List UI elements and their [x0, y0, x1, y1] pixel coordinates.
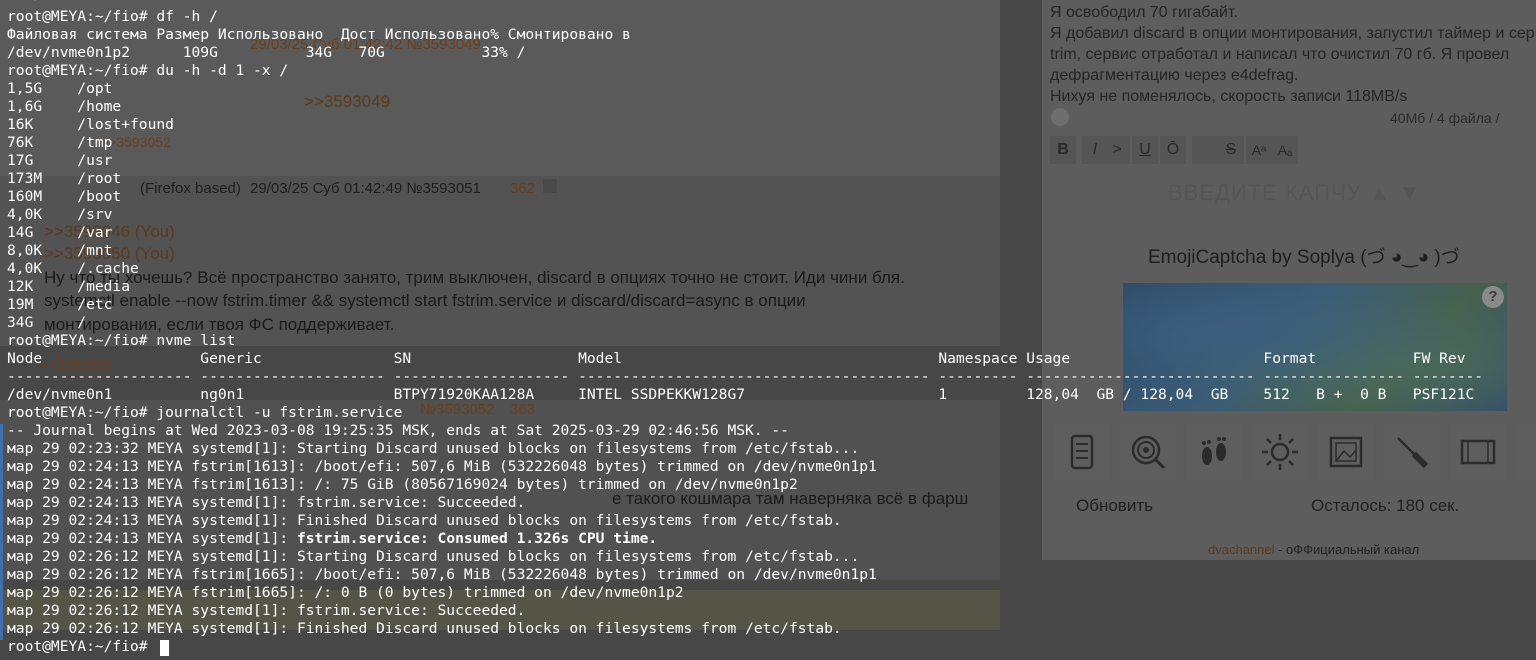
terminal-line: 4,0K /srv — [7, 206, 113, 223]
terminal-line: 76K /tmp — [7, 134, 113, 151]
journal-marker-bar — [0, 424, 3, 640]
terminal-line: мар 29 02:24:13 MEYA fstrim[1613]: /boot… — [7, 458, 877, 475]
terminal-line: root@MEYA:~/fio# journalctl -u fstrim.se… — [7, 404, 403, 421]
terminal-line: 8,0K /mnt — [7, 242, 113, 259]
terminal-output[interactable]: / root@MEYA:~/fio# df -h / Файловая сист… — [0, 0, 1536, 660]
bold-line-prefix: мар 29 02:24:13 MEYA systemd[1]: — [7, 530, 297, 547]
bold-line-highlight: fstrim.service: Consumed 1.326s CPU time… — [296, 530, 658, 547]
terminal-line: 19M /etc — [7, 296, 113, 313]
terminal-line: 173M /root — [7, 170, 122, 187]
terminal-line: мар 29 02:24:13 MEYA systemd[1]: fstrim.… — [7, 494, 526, 511]
desktop-screen: 29/03/25 Суб 01:42:42 №3593049 >>3593049… — [0, 0, 1536, 660]
terminal-line: --------------------- ------------------… — [7, 368, 1484, 385]
terminal-line: 14G /var — [7, 224, 113, 241]
terminal-line: root@MEYA:~/fio# du -h -d 1 -x / — [7, 62, 289, 79]
terminal-line: 4,0K /.cache — [7, 260, 139, 277]
terminal-line: 17G /usr — [7, 152, 113, 169]
terminal-line: мар 29 02:26:12 MEYA systemd[1]: Startin… — [7, 548, 860, 565]
terminal-line: мар 29 02:23:32 MEYA systemd[1]: Startin… — [7, 440, 860, 457]
terminal-line: /dev/nvme0n1 ng0n1 BTPY71920KAA128A INTE… — [7, 386, 1475, 403]
terminal-line: мар 29 02:26:12 MEYA systemd[1]: fstrim.… — [7, 602, 526, 619]
terminal-line: 1,5G /opt — [7, 80, 113, 97]
terminal-line: 160M /boot — [7, 188, 122, 205]
terminal-line: 1,6G /home — [7, 98, 122, 115]
terminal-line: -- Journal begins at Wed 2023-03-08 19:2… — [7, 422, 789, 439]
terminal-line: root@MEYA:~/fio# df -h / — [7, 8, 218, 25]
terminal-line: / — [7, 0, 42, 4]
terminal-prompt[interactable]: root@MEYA:~/fio# — [7, 638, 156, 656]
terminal-line: 34G / — [7, 314, 87, 331]
terminal-line: 12K /media — [7, 278, 131, 295]
terminal-line: Node Generic SN Model Namespace Usage Fo… — [7, 350, 1466, 367]
terminal-line: мар 29 02:24:13 MEYA systemd[1]: Finishe… — [7, 512, 842, 529]
terminal-line: /dev/nvme0n1p2 109G 34G 70G 33% / — [7, 44, 526, 61]
terminal-line-bold: мар 29 02:24:13 MEYA systemd[1]: fstrim.… — [7, 530, 657, 548]
terminal-cursor — [160, 640, 169, 656]
terminal-line: мар 29 02:26:12 MEYA fstrim[1665]: /: 0 … — [7, 584, 684, 601]
terminal-line: мар 29 02:26:12 MEYA systemd[1]: Finishe… — [7, 620, 842, 637]
terminal-line: Файловая система Размер Использовано Дос… — [7, 26, 631, 43]
terminal-line: 16K /lost+found — [7, 116, 174, 133]
terminal-line: мар 29 02:26:12 MEYA fstrim[1665]: /boot… — [7, 566, 877, 583]
terminal-line: root@MEYA:~/fio# nvme list — [7, 332, 236, 349]
terminal-line: мар 29 02:24:13 MEYA fstrim[1613]: /: 75… — [7, 476, 798, 493]
